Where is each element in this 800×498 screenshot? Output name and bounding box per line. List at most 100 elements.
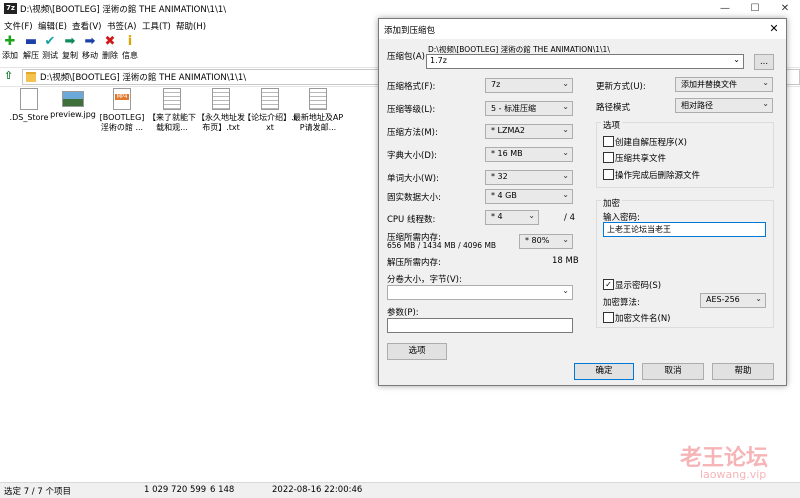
archive-name-input[interactable]: 1.7z ⌄ [426, 54, 744, 69]
archive-name-value: 1.7z [430, 56, 447, 65]
level-select[interactable]: 5 - 标准压缩 ⌄ [485, 101, 573, 116]
params-input[interactable] [387, 318, 573, 333]
test-button[interactable]: ✔ 测试 [40, 35, 60, 61]
maximize-button[interactable]: ☐ [740, 0, 770, 18]
file-item[interactable]: preview.jpg [46, 88, 100, 120]
chevron-down-icon: ⌄ [562, 190, 569, 199]
sfx-checkbox[interactable] [603, 136, 614, 147]
app-icon: 7z [4, 3, 17, 14]
file-item[interactable]: 【永久地址发布页】.txt [194, 88, 248, 133]
cpu-select[interactable]: * 4 ⌄ [485, 210, 539, 225]
dialog-close-icon[interactable]: ✕ [765, 20, 783, 38]
delete-button[interactable]: ✖ 删除 [100, 35, 120, 61]
chevron-down-icon: ⌄ [562, 286, 569, 295]
chevron-down-icon: ⌄ [562, 79, 569, 88]
memory-select[interactable]: * 80% ⌄ [519, 234, 573, 249]
text-file-icon [309, 88, 327, 110]
move-label: 移动 [82, 51, 98, 60]
help-button[interactable]: 帮助 [712, 363, 774, 380]
copy-button[interactable]: ➡ 复制 [60, 35, 80, 61]
params-label: 参数(P): [387, 308, 419, 318]
archive-label: 压缩包(A): [387, 52, 428, 62]
dict-label: 字典大小(D): [387, 151, 438, 161]
file-name: preview.jpg [50, 110, 96, 119]
options-group-title: 选项 [601, 119, 623, 131]
format-select[interactable]: 7z ⌄ [485, 78, 573, 93]
level-value: 5 - 标准压缩 [491, 104, 537, 113]
menu-bookmarks[interactable]: 书签(A) [107, 20, 136, 32]
move-icon: ➡ [84, 34, 96, 49]
copy-icon: ➡ [64, 34, 76, 49]
format-label: 压缩格式(F): [387, 82, 436, 92]
menu-edit[interactable]: 编辑(E) [38, 20, 67, 32]
menu-tools[interactable]: 工具(T) [142, 20, 171, 32]
chevron-down-icon: ⌄ [528, 211, 535, 220]
solid-select[interactable]: * 4 GB ⌄ [485, 189, 573, 204]
method-select[interactable]: * LZMA2 ⌄ [485, 124, 573, 139]
solid-value: * 4 GB [491, 191, 517, 200]
info-button[interactable]: i 信息 [120, 35, 140, 61]
memory-detail: 656 MB / 1434 MB / 4096 MB [387, 241, 497, 250]
extract-icon: ▬ [24, 34, 38, 49]
browse-button[interactable]: ... [754, 54, 774, 70]
dict-select[interactable]: * 16 MB ⌄ [485, 147, 573, 162]
level-label: 压缩等级(L): [387, 105, 436, 115]
text-file-icon [261, 88, 279, 110]
chevron-down-icon: ⌄ [762, 78, 769, 87]
menu-file[interactable]: 文件(F) [4, 20, 33, 32]
file-item[interactable]: 最新地址及APP请发邮... [291, 88, 345, 133]
password-input[interactable]: 上老王论坛当老王 [603, 222, 766, 237]
dict-value: * 16 MB [491, 149, 523, 158]
menu-help[interactable]: 帮助(H) [176, 20, 206, 32]
add-button[interactable]: ✚ 添加 [0, 35, 20, 61]
cancel-button[interactable]: 取消 [642, 363, 704, 380]
split-label: 分卷大小，字节(V): [387, 275, 462, 285]
file-item[interactable]: 【来了就能下载和观... [145, 88, 199, 133]
status-selection: 选定 7 / 7 个项目 [4, 487, 71, 497]
encryption-method-select[interactable]: AES-256 ⌄ [700, 293, 766, 308]
file-item[interactable]: 【论坛介绍】.txt [243, 88, 297, 133]
ok-button[interactable]: 确定 [574, 363, 634, 380]
status-date: 2022-08-16 22:00:46 [272, 485, 363, 495]
move-button[interactable]: ➡ 移动 [80, 35, 100, 61]
file-name: 【论坛介绍】.txt [243, 113, 297, 132]
show-password-label: 显示密码(S) [615, 281, 662, 291]
test-label: 测试 [42, 51, 58, 60]
decompress-memory-value: 18 MB [552, 256, 579, 266]
cpu-value: * 4 [491, 212, 503, 221]
close-button[interactable]: ✕ [770, 0, 800, 18]
split-select[interactable]: ⌄ [387, 285, 573, 300]
add-label: 添加 [2, 51, 18, 60]
chevron-down-icon: ⌄ [562, 148, 569, 157]
update-label: 更新方式(U): [596, 82, 646, 92]
file-name: 最新地址及APP请发邮... [292, 113, 344, 132]
encryption-method-value: AES-256 [706, 295, 740, 304]
delete-after-checkbox[interactable] [603, 169, 614, 180]
method-label: 压缩方法(M): [387, 128, 438, 138]
shared-files-label: 压缩共享文件 [615, 154, 667, 164]
path-mode-select[interactable]: 相对路径 ⌄ [675, 98, 773, 113]
mp4-badge: MP4 [115, 94, 129, 100]
update-value: 添加并替换文件 [681, 80, 737, 89]
up-folder-icon[interactable]: ⇧ [4, 70, 16, 82]
menu-view[interactable]: 查看(V) [72, 20, 101, 32]
minimize-button[interactable]: — [710, 0, 740, 18]
chevron-down-icon: ⌄ [562, 171, 569, 180]
encrypt-names-checkbox[interactable] [603, 312, 614, 323]
word-value: * 32 [491, 172, 508, 181]
watermark-url: laowang.vip [700, 468, 767, 481]
file-name: 【来了就能下载和观... [148, 113, 196, 132]
extract-button[interactable]: ▬ 解压 [21, 35, 41, 61]
status-size-2: 6 148 [210, 485, 235, 495]
file-icon [20, 88, 38, 110]
shared-files-checkbox[interactable] [603, 152, 614, 163]
chevron-down-icon: ⌄ [755, 294, 762, 303]
options-button[interactable]: 选项 [387, 343, 447, 360]
dropdown-arrow-icon: ⌄ [733, 55, 740, 64]
dialog-title-bar [379, 19, 786, 39]
show-password-checkbox[interactable]: ✓ [603, 279, 614, 290]
update-select[interactable]: 添加并替换文件 ⌄ [675, 77, 773, 92]
word-select[interactable]: * 32 ⌄ [485, 170, 573, 185]
file-item[interactable]: MP4 [BOOTLEG] 淫術の館 ... [95, 88, 149, 133]
encryption-group-title: 加密 [601, 197, 623, 209]
